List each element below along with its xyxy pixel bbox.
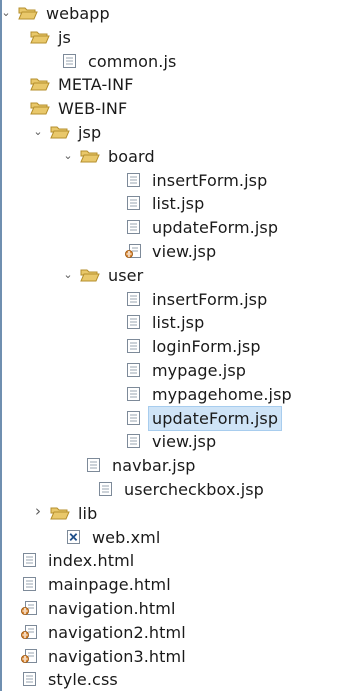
tree-row-label: js xyxy=(58,27,71,47)
tree-row-label: index.html xyxy=(48,551,135,571)
file-icon xyxy=(124,195,144,211)
tree-row[interactable]: view.jsp xyxy=(0,430,339,454)
tree-row[interactable]: ⌄ user xyxy=(0,264,339,288)
tree-row[interactable]: mypagehome.jsp xyxy=(0,383,339,407)
chevron-right-icon[interactable]: › xyxy=(32,503,44,518)
file-icon xyxy=(20,671,40,687)
tree-row-label: updateForm.jsp xyxy=(147,405,283,431)
tree-row[interactable]: usercheckbox.jsp xyxy=(0,478,339,502)
tree-row[interactable]: web.xml xyxy=(0,526,339,550)
tree-row-label: loginForm.jsp xyxy=(152,337,261,357)
file-icon xyxy=(124,362,144,378)
tree-row-label: navigation.html xyxy=(48,598,176,618)
file-icon xyxy=(124,314,144,330)
file-icon xyxy=(20,576,40,592)
file-icon xyxy=(124,172,144,188)
tree-row-label: mainpage.html xyxy=(48,575,171,595)
tree-row[interactable]: navigation.html xyxy=(0,597,339,621)
chevron-down-icon[interactable]: ⌄ xyxy=(62,268,74,282)
file-icon xyxy=(60,53,80,69)
tree-row-label: updateForm.jsp xyxy=(152,218,279,238)
tree-row[interactable]: mypage.jsp xyxy=(0,359,339,383)
tree-row-label: style.css xyxy=(48,670,118,690)
tree-row[interactable]: view.jsp xyxy=(0,240,339,264)
tree-row-label: usercheckbox.jsp xyxy=(124,479,264,499)
tree-row[interactable]: navbar.jsp xyxy=(0,454,339,478)
tree-row[interactable]: mainpage.html xyxy=(0,573,339,597)
tree-row[interactable]: loginForm.jsp xyxy=(0,335,339,359)
tree-row[interactable]: ⌄ jsp xyxy=(0,121,339,145)
tree-row-label: web.xml xyxy=(92,527,161,547)
tree-row-label: insertForm.jsp xyxy=(152,289,268,309)
folder-open-icon xyxy=(50,124,70,140)
tree-row[interactable]: navigation2.html xyxy=(0,621,339,645)
tree-row-label: mypage.jsp xyxy=(152,360,247,380)
file-icon xyxy=(124,291,144,307)
web-file-icon xyxy=(20,624,40,640)
project-explorer-tree[interactable]: ⌄ webapp js common.js META-INF WEB-INF ⌄ jsp ⌄ bo… xyxy=(0,2,339,692)
tree-row-label: insertForm.jsp xyxy=(152,170,268,190)
tree-row-label: view.jsp xyxy=(152,432,217,452)
folder-open-icon xyxy=(30,100,50,116)
tree-row[interactable]: index.html xyxy=(0,549,339,573)
tree-row[interactable]: updateForm.jsp xyxy=(0,405,339,431)
web-file-icon xyxy=(124,243,144,259)
file-icon xyxy=(124,219,144,235)
tree-row-label: view.jsp xyxy=(152,241,217,261)
file-icon xyxy=(96,481,116,497)
tree-row[interactable]: navigation3.html xyxy=(0,645,339,669)
tree-row-label: navbar.jsp xyxy=(112,456,196,476)
file-icon xyxy=(20,552,40,568)
tree-row-label: common.js xyxy=(88,51,177,71)
tree-row[interactable]: insertForm.jsp xyxy=(0,169,339,193)
file-icon xyxy=(84,457,104,473)
folder-open-icon xyxy=(80,148,100,164)
chevron-down-icon[interactable]: ⌄ xyxy=(62,149,74,163)
file-icon xyxy=(124,386,144,402)
tree-row[interactable]: ⌄ board xyxy=(0,145,339,169)
tree-row-label: WEB-INF xyxy=(58,99,128,119)
tree-row-label: mypagehome.jsp xyxy=(152,384,292,404)
tree-row-label: board xyxy=(108,146,155,166)
folder-open-icon xyxy=(18,5,38,21)
chevron-down-icon[interactable]: ⌄ xyxy=(32,125,44,139)
folder-open-icon xyxy=(30,76,50,92)
tree-row[interactable]: updateForm.jsp xyxy=(0,216,339,240)
file-icon xyxy=(124,338,144,354)
folder-open-icon xyxy=(50,505,70,521)
tree-row[interactable]: js xyxy=(0,26,339,50)
web-file-icon xyxy=(20,648,40,664)
tree-row-label: list.jsp xyxy=(152,194,205,214)
xml-file-icon xyxy=(64,529,84,545)
tree-row[interactable]: META-INF xyxy=(0,73,339,97)
chevron-down-icon[interactable]: ⌄ xyxy=(0,6,12,20)
tree-row-label: navigation2.html xyxy=(48,622,186,642)
tree-row[interactable]: › lib xyxy=(0,502,339,526)
tree-row[interactable]: WEB-INF xyxy=(0,97,339,121)
tree-row-label: lib xyxy=(78,503,98,523)
tree-row-label: user xyxy=(108,265,144,285)
tree-row[interactable]: ⌄ webapp xyxy=(0,2,339,26)
tree-row[interactable]: insertForm.jsp xyxy=(0,288,339,312)
tree-row[interactable]: list.jsp xyxy=(0,311,339,335)
tree-row-label: jsp xyxy=(78,122,102,142)
tree-row-label: navigation3.html xyxy=(48,646,186,666)
tree-row-label: list.jsp xyxy=(152,313,205,333)
file-icon xyxy=(124,433,144,449)
folder-open-icon xyxy=(80,267,100,283)
tree-row[interactable]: common.js xyxy=(0,50,339,74)
web-file-icon xyxy=(20,600,40,616)
tree-row-label: webapp xyxy=(46,4,110,23)
tree-row-label: META-INF xyxy=(58,75,134,95)
file-icon xyxy=(124,410,144,426)
tree-row[interactable]: style.css xyxy=(0,668,339,692)
folder-open-icon xyxy=(30,29,50,45)
tree-row[interactable]: list.jsp xyxy=(0,192,339,216)
